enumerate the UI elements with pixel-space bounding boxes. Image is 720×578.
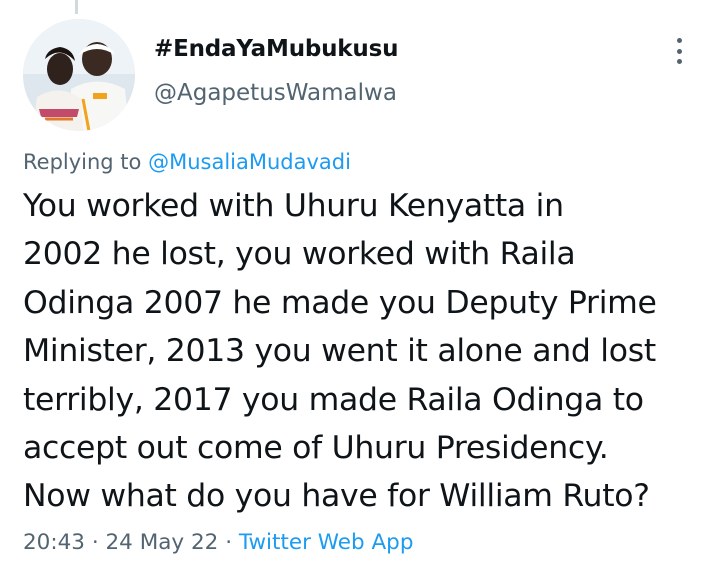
meta-separator: ·: [225, 530, 233, 555]
tweet-time[interactable]: 20:43: [23, 530, 85, 555]
more-options-button[interactable]: [666, 34, 692, 68]
tweet-text-line: Minister, 2013 you went it alone and los…: [23, 333, 656, 370]
more-options-icon-dot: [676, 59, 682, 64]
tweet-text-line: You worked with Uhuru Kenyatta in: [23, 188, 564, 224]
tweet-text: You worked with Uhuru Kenyatta in 2002 h…: [23, 182, 713, 521]
reply-prefix: Replying to: [23, 150, 142, 174]
tweet-text-line: Odinga 2007 he made you Deputy Prime: [23, 284, 657, 321]
avatar-image: [23, 19, 135, 131]
meta-separator: ·: [91, 530, 99, 555]
more-options-icon-dot: [676, 48, 682, 54]
tweet-source-link[interactable]: Twitter Web App: [239, 530, 414, 555]
reply-context: Replying to @MusaliaMudavadi: [23, 150, 351, 174]
more-options-icon: [676, 38, 682, 43]
tweet-date[interactable]: 24 May 22: [106, 530, 219, 555]
tweet-text-line: accept out come of Uhuru Presidency.: [23, 430, 609, 467]
tweet-meta: 20:43 · 24 May 22 · Twitter Web App: [23, 530, 413, 555]
author-display-name[interactable]: #EndaYaMubukusu: [154, 36, 398, 62]
thread-connector-line: [75, 0, 78, 14]
tweet-text-line: 2002 he lost, you worked with Raila: [23, 236, 576, 273]
reply-to-link[interactable]: @MusaliaMudavadi: [148, 150, 351, 174]
tweet-text-line: Now what do you have for William Ruto?: [23, 478, 650, 515]
tweet: #EndaYaMubukusu @AgapetusWamalwa Replyin…: [0, 0, 720, 578]
author-handle[interactable]: @AgapetusWamalwa: [154, 80, 397, 106]
tweet-text-line: terribly, 2017 you made Raila Odinga to: [23, 381, 644, 418]
avatar[interactable]: [23, 19, 135, 131]
